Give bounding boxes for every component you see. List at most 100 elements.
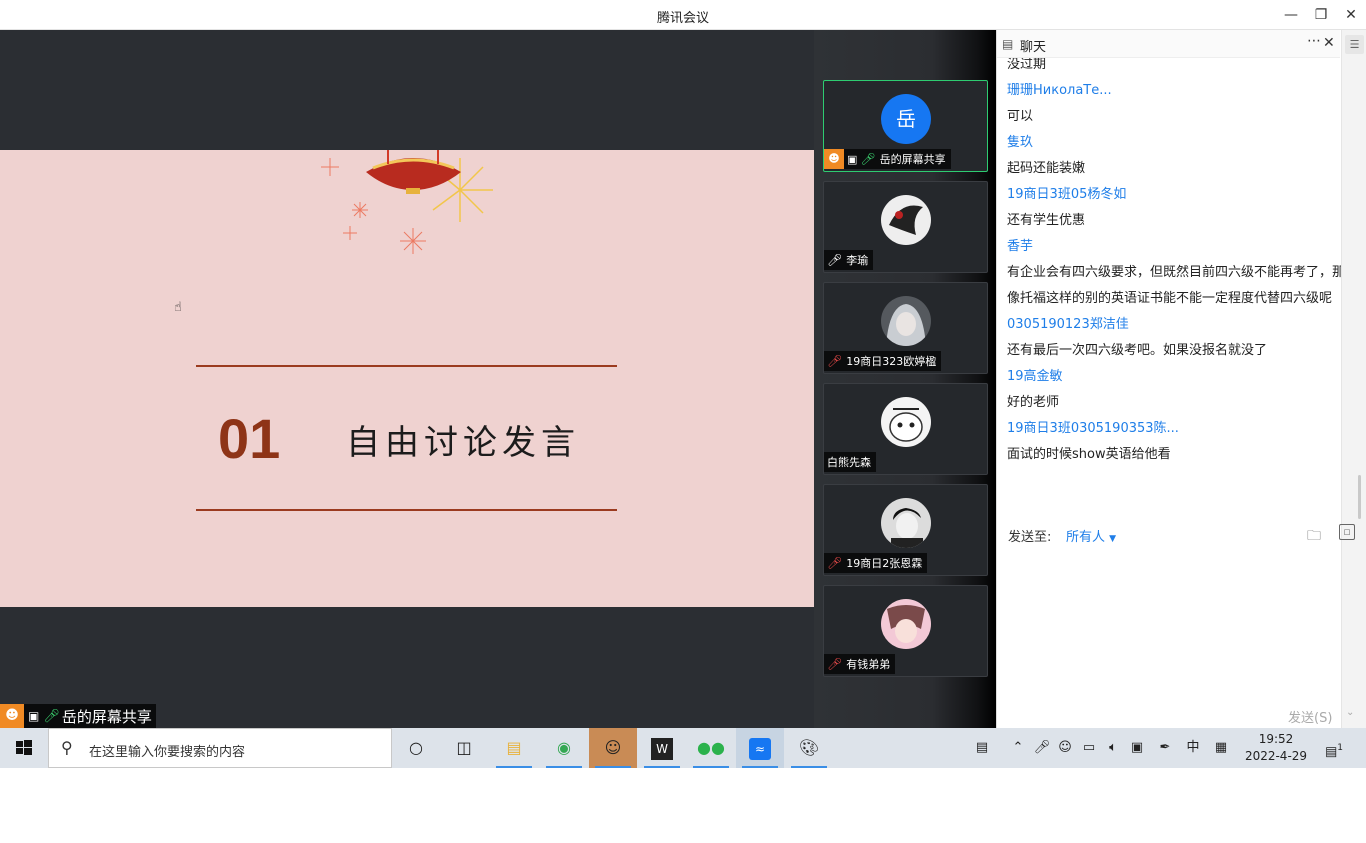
send-to-value: 所有人	[1066, 530, 1106, 545]
participant-name: 岳的屏幕共享	[879, 153, 946, 166]
tray-microphone-icon[interactable]: 🎤︎	[1032, 728, 1052, 768]
taskbar: ⚲ 在这里输入你要搜索的内容 ○ ◫ ▤ ◉ ☺ W ●● ≈ 🎨︎ ▤ ⌃ 🎤…	[0, 728, 1366, 768]
participant-name: 李瑜	[846, 254, 869, 267]
chat-sender-name[interactable]: 隻玖	[1007, 130, 1362, 156]
notification-count: 1	[1337, 743, 1344, 753]
cortana-icon[interactable]: ○	[392, 728, 440, 768]
pen-icon[interactable]: ✒	[1154, 728, 1176, 768]
qq-tray-icon[interactable]: ☺	[1054, 728, 1076, 768]
chat-title: 聊天	[1020, 40, 1047, 55]
volume-icon[interactable]: 🔈︎	[1102, 728, 1124, 768]
chat-side-strip: ☰	[1341, 30, 1366, 728]
participant-name-label: 🎤︎ 19商日323欧婷楹	[824, 351, 942, 371]
avatar	[881, 498, 931, 548]
send-button[interactable]: 发送(S)	[1288, 707, 1332, 726]
chat-scrollbar[interactable]	[1358, 475, 1361, 519]
minimize-button[interactable]: —	[1281, 5, 1301, 25]
tencent-meeting-icon[interactable]: ≈	[736, 728, 784, 768]
app-window: 腾讯会议 — ❐ ✕ 01 自由讨论发言 ☝ ☻ ▣ 🎤︎ 岳的屏幕共享 岳 ☻…	[0, 0, 1366, 843]
person-icon: ☻	[0, 704, 24, 728]
windows-icon	[16, 740, 32, 755]
participant-tile[interactable]: 🎤︎ 李瑜	[823, 181, 988, 273]
share-name-label: ☻ ▣ 🎤︎ 岳的屏幕共享	[0, 704, 156, 728]
chat-sender-name[interactable]: 0305190123郑洁佳	[1007, 312, 1362, 338]
task-view-icon[interactable]: ◫	[440, 728, 488, 768]
chat-header: ▤ 聊天 ⋯ ✕	[997, 30, 1340, 58]
participant-tile[interactable]: 🎤︎ 有钱弟弟	[823, 585, 988, 677]
shared-screen: 01 自由讨论发言 ☝ ☰ ☻ ▣ 🎤︎ 岳的屏幕共享	[0, 30, 814, 728]
chat-message-text: 还有学生优惠	[1007, 213, 1086, 228]
tray-expand-icon[interactable]: ⌃	[1008, 728, 1028, 768]
chat-sender-name[interactable]: 19高金敏	[1007, 364, 1362, 390]
chat-close-icon[interactable]: ✕	[1323, 35, 1335, 51]
file-icon[interactable]: 🗀︎	[1307, 525, 1321, 549]
menu-icon[interactable]: ☰	[1345, 35, 1364, 54]
search-placeholder: 在这里输入你要搜索的内容	[89, 745, 246, 760]
slide-number: 01	[218, 407, 281, 470]
restore-button[interactable]: ❐	[1311, 5, 1331, 25]
participant-name: 白熊先森	[827, 456, 871, 469]
caret-down-icon: ▼	[1109, 534, 1117, 544]
action-center-icon[interactable]: ▤1	[1320, 728, 1348, 768]
more-options-icon[interactable]: ⋯	[1307, 33, 1321, 49]
presentation-slide: 01 自由讨论发言 ☝ ☰	[0, 150, 814, 607]
slide-top-rule	[196, 365, 617, 367]
send-options-icon[interactable]: ⌄	[1346, 707, 1354, 718]
lantern-decoration-icon	[321, 150, 493, 254]
chat-sender-name[interactable]: 19商日3班0305190353陈...	[1007, 416, 1362, 442]
wechat-icon[interactable]: ●●	[687, 728, 735, 768]
participant-tile[interactable]: 岳 ☻ ▣ 🎤︎ 岳的屏幕共享	[823, 80, 988, 172]
participant-name: 有钱弟弟	[846, 658, 891, 671]
close-button[interactable]: ✕	[1341, 5, 1361, 25]
participant-tile[interactable]: 白熊先森	[823, 383, 988, 475]
file-explorer-icon[interactable]: ▤	[490, 728, 538, 768]
clock[interactable]: 19:52 2022-4-29	[1240, 731, 1312, 765]
participant-tile[interactable]: 🎤︎ 19商日323欧婷楹	[823, 282, 988, 374]
ime-mode-icon[interactable]: ▦	[1210, 728, 1232, 768]
send-to-label: 发送至:	[1008, 530, 1052, 545]
participant-name: 19商日323欧婷楹	[846, 355, 937, 368]
announcement-icon[interactable]: □	[1339, 524, 1355, 540]
participant-tile[interactable]: 🎤︎ 19商日2张恩霖	[823, 484, 988, 576]
chat-message-text: 可以	[1007, 109, 1034, 124]
send-to-dropdown[interactable]: 所有人 ▼	[1066, 526, 1116, 545]
participant-list: 岳 ☻ ▣ 🎤︎ 岳的屏幕共享 🎤︎ 李瑜 🎤︎ 19商日323欧婷楹 白熊先森…	[814, 30, 996, 728]
mic-muted-icon: 🎤︎	[827, 657, 843, 671]
participant-name-label: ☻ ▣ 🎤︎ 岳的屏幕共享	[824, 149, 951, 169]
person-icon: ☻	[824, 149, 844, 169]
avatar	[881, 195, 931, 245]
mic-muted-icon: 🎤︎	[827, 556, 843, 570]
ime-indicator[interactable]: 中	[1182, 728, 1204, 768]
slide-bottom-rule	[196, 509, 617, 511]
network-icon[interactable]: ▣	[1126, 728, 1148, 768]
chat-message-text: 还有最后一次四六级考吧。如果没报名就没了	[1007, 343, 1268, 358]
qq-app-icon[interactable]: ☺	[589, 728, 637, 768]
browser-icon[interactable]: ◉	[540, 728, 588, 768]
share-name-text: 岳的屏幕共享	[61, 707, 152, 726]
participant-name-label: 🎤︎ 有钱弟弟	[824, 654, 896, 674]
mic-muted-icon: 🎤︎	[827, 354, 843, 368]
slide-heading: 自由讨论发言	[346, 423, 580, 463]
screen-share-icon: ▣	[28, 709, 40, 723]
chat-panel: 没过期 珊珊НиколаТе... 可以 隻玖 起码还能装嫩 19商日3班05杨冬如 还有学…	[996, 30, 1366, 728]
start-button[interactable]	[0, 728, 48, 768]
avatar	[881, 296, 931, 346]
chat-bubble-icon: ▤	[1002, 37, 1014, 51]
search-icon: ⚲	[61, 738, 73, 757]
clock-time: 19:52	[1258, 732, 1294, 746]
avatar	[881, 397, 931, 447]
hand-cursor-icon: ☝	[174, 300, 182, 315]
battery-icon[interactable]: ▭	[1078, 728, 1100, 768]
wps-icon[interactable]: W	[638, 728, 686, 768]
paint-icon[interactable]: 🎨︎	[785, 728, 833, 768]
chat-sender-name[interactable]: 香芋	[1007, 234, 1362, 260]
chat-message-text: 好的老师	[1007, 395, 1060, 410]
avatar	[881, 599, 931, 649]
taskbar-search-box[interactable]: ⚲ 在这里输入你要搜索的内容	[48, 728, 392, 768]
news-icon[interactable]: ▤	[966, 728, 998, 768]
chat-message-text: 面试的时候show英语给他看	[1007, 447, 1171, 462]
chat-sender-name[interactable]: 19商日3班05杨冬如	[1007, 182, 1362, 208]
participant-name-label: 白熊先森	[824, 452, 876, 472]
chat-sender-name[interactable]: 珊珊НиколаТе...	[1007, 78, 1362, 104]
clock-date: 2022-4-29	[1244, 749, 1308, 763]
